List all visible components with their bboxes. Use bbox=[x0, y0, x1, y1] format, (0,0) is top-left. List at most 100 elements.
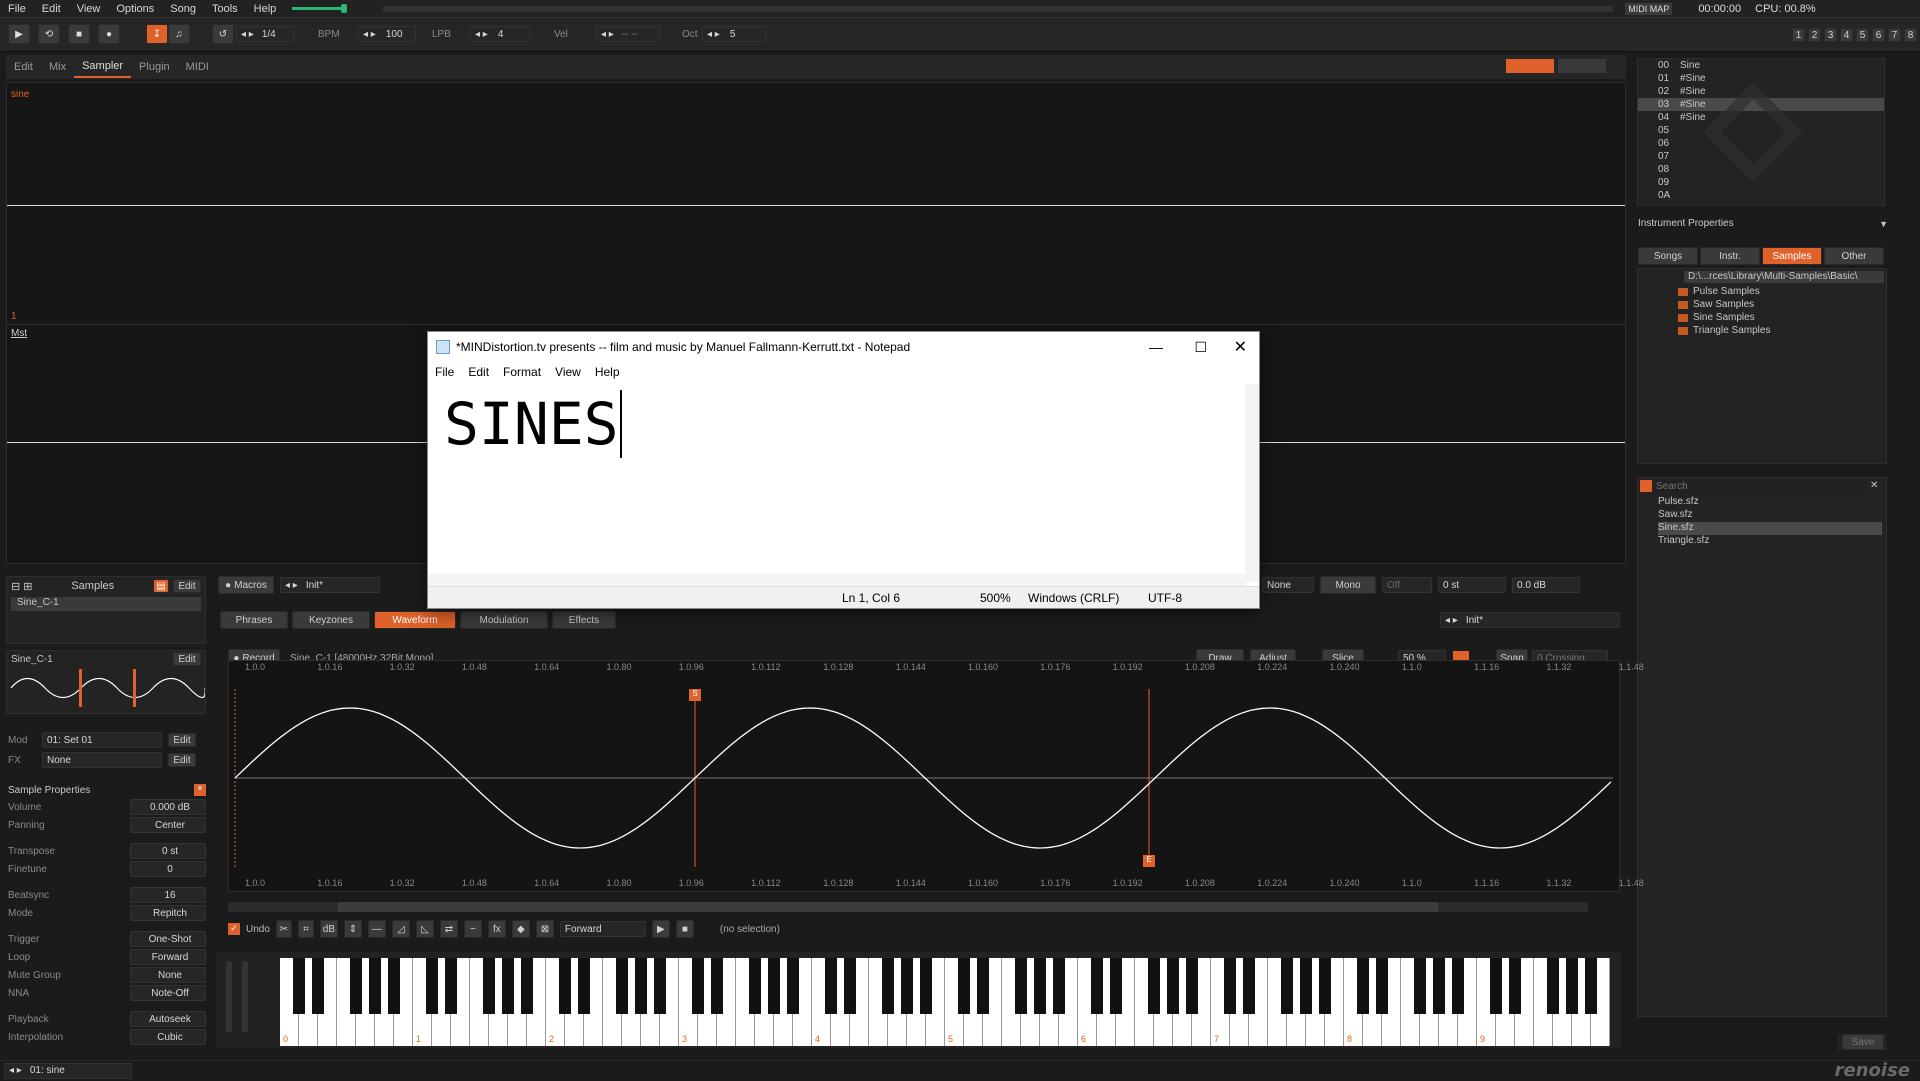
white-key[interactable] bbox=[584, 958, 603, 1046]
white-key[interactable] bbox=[983, 958, 1002, 1046]
menu-tools[interactable]: Tools bbox=[204, 0, 246, 18]
white-key[interactable] bbox=[1059, 958, 1078, 1046]
property-value[interactable]: 0.000 dB bbox=[130, 799, 206, 815]
menu-edit[interactable]: Edit bbox=[34, 0, 69, 18]
fade-in-icon[interactable]: ◿ bbox=[391, 920, 410, 938]
white-key[interactable] bbox=[660, 958, 679, 1046]
track-button[interactable]: 8 bbox=[1904, 28, 1917, 42]
track-button[interactable]: 1 bbox=[1792, 28, 1805, 42]
notepad-hscrollbar[interactable] bbox=[428, 574, 1246, 586]
stop-icon[interactable]: ■ bbox=[68, 24, 90, 44]
property-value[interactable]: None bbox=[130, 967, 206, 983]
bpm-field[interactable]: ◂ ▸ 100 bbox=[358, 26, 416, 42]
close-icon[interactable]: ✕ bbox=[1234, 337, 1247, 357]
master-volume-slider[interactable] bbox=[292, 4, 348, 13]
white-key[interactable] bbox=[1325, 958, 1344, 1046]
none-select[interactable]: None bbox=[1262, 577, 1314, 593]
white-key[interactable] bbox=[527, 958, 546, 1046]
mod-wheel[interactable] bbox=[242, 962, 248, 1032]
mod-select[interactable]: 01: Set 01 bbox=[42, 732, 162, 748]
white-key[interactable] bbox=[1249, 958, 1268, 1046]
piano-keyboard[interactable]: 0 1 2 3 4 5 6 7 8 9 bbox=[280, 958, 1610, 1046]
notepad-menu-edit[interactable]: Edit bbox=[461, 365, 496, 379]
record-icon[interactable]: ● bbox=[98, 24, 120, 44]
menu-options[interactable]: Options bbox=[108, 0, 162, 18]
sample-list-item[interactable]: Sine_C-1 bbox=[11, 597, 201, 611]
minimize-icon[interactable]: — bbox=[1149, 339, 1163, 355]
start-marker[interactable]: S bbox=[689, 689, 701, 701]
loop-icon[interactable]: ◆ bbox=[511, 920, 530, 938]
sample-edit-button[interactable]: Edit bbox=[173, 652, 201, 666]
spectrum-mode-button[interactable] bbox=[1558, 59, 1606, 73]
tab-samples[interactable]: Samples bbox=[1762, 247, 1822, 265]
metronome-icon[interactable]: ♫ bbox=[168, 24, 190, 44]
track-button[interactable]: 3 bbox=[1824, 28, 1837, 42]
white-key[interactable] bbox=[451, 958, 470, 1046]
browser-path[interactable]: D:\...rces\Library\Multi-Samples\Basic\ bbox=[1684, 271, 1884, 283]
notepad-menu-file[interactable]: File bbox=[428, 365, 461, 379]
tab-other[interactable]: Other bbox=[1824, 247, 1884, 265]
tab-sampler[interactable]: Sampler bbox=[74, 56, 132, 78]
follow-icon[interactable]: ↧ bbox=[146, 24, 168, 44]
instrument-properties-header[interactable]: Instrument Properties ▼ bbox=[1638, 218, 1888, 229]
samples-edit-button[interactable]: Edit bbox=[172, 579, 201, 593]
chevron-down-icon[interactable]: ▼ bbox=[194, 784, 206, 796]
notepad-vscrollbar[interactable] bbox=[1245, 384, 1259, 582]
off-field[interactable]: Off bbox=[1382, 577, 1432, 593]
velocity-field[interactable]: ◂ ▸ -- -- bbox=[596, 26, 660, 42]
macros-button[interactable]: ● Macros bbox=[218, 576, 274, 594]
macros-preset[interactable]: ◂ ▸ Init* bbox=[280, 577, 380, 593]
browser-folder[interactable]: Saw Samples bbox=[1678, 298, 1770, 311]
property-value[interactable]: 0 st bbox=[130, 843, 206, 859]
white-key[interactable] bbox=[1192, 958, 1211, 1046]
mono-button[interactable]: Mono bbox=[1320, 576, 1376, 594]
tab-waveform[interactable]: Waveform bbox=[374, 611, 456, 629]
play-sample-icon[interactable]: ▶ bbox=[651, 920, 670, 938]
white-key[interactable] bbox=[926, 958, 945, 1046]
search-input[interactable] bbox=[1656, 480, 1866, 493]
search-result[interactable]: Pulse.sfz bbox=[1658, 496, 1882, 509]
white-key[interactable] bbox=[318, 958, 337, 1046]
white-key[interactable] bbox=[850, 958, 869, 1046]
property-value[interactable]: One-Shot bbox=[130, 931, 206, 947]
white-key[interactable] bbox=[717, 958, 736, 1046]
reverse-icon[interactable]: ⇄ bbox=[439, 920, 458, 938]
notepad-menu-format[interactable]: Format bbox=[496, 365, 548, 379]
tab-modulation[interactable]: Modulation bbox=[460, 611, 548, 629]
volume-field[interactable]: 0.0 dB bbox=[1512, 577, 1580, 593]
octave-field[interactable]: ◂ ▸ 5 bbox=[702, 26, 766, 42]
cut-icon[interactable]: ✂ bbox=[275, 920, 292, 938]
undo-checkbox[interactable]: ✓ bbox=[228, 923, 240, 935]
notepad-menu-help[interactable]: Help bbox=[588, 365, 627, 379]
property-value[interactable]: Center bbox=[130, 817, 206, 833]
loop-mode-select[interactable]: Forward bbox=[559, 921, 646, 937]
loop-play-icon[interactable]: ⟲ bbox=[38, 24, 60, 44]
song-position-bar[interactable] bbox=[383, 5, 1614, 12]
notepad-titlebar[interactable]: *MINDistortion.tv presents -- film and m… bbox=[428, 332, 1259, 362]
notepad-text-area[interactable]: SINES bbox=[444, 388, 622, 460]
track-button[interactable]: 2 bbox=[1808, 28, 1821, 42]
tab-mix[interactable]: Mix bbox=[41, 56, 74, 78]
white-key[interactable] bbox=[1382, 958, 1401, 1046]
gain-icon[interactable]: dB bbox=[319, 920, 338, 938]
white-key[interactable] bbox=[1116, 958, 1135, 1046]
track-button[interactable]: 6 bbox=[1872, 28, 1885, 42]
sample-icon[interactable]: ▤ bbox=[152, 579, 169, 593]
lpb-field[interactable]: ◂ ▸ 4 bbox=[470, 26, 530, 42]
undo-step-icon[interactable]: ↺ bbox=[212, 24, 234, 44]
transpose-field[interactable]: 0 st bbox=[1438, 577, 1506, 593]
tab-midi[interactable]: MIDI bbox=[178, 56, 217, 78]
search-result[interactable]: Saw.sfz bbox=[1658, 509, 1882, 522]
tfx-icon[interactable]: fx bbox=[487, 920, 506, 938]
tab-edit[interactable]: Edit bbox=[6, 56, 41, 78]
play-icon[interactable]: ▶ bbox=[8, 24, 30, 44]
scope-mode-button[interactable] bbox=[1506, 59, 1554, 73]
filename-input[interactable] bbox=[1637, 1034, 1837, 1050]
property-value[interactable]: 16 bbox=[130, 887, 206, 903]
instrument-row[interactable]: 00 Sine bbox=[1638, 59, 1884, 72]
stop-sample-icon[interactable]: ■ bbox=[675, 920, 694, 938]
property-value[interactable]: Note-Off bbox=[130, 985, 206, 1001]
property-value[interactable]: Cubic bbox=[130, 1029, 206, 1045]
tab-songs[interactable]: Songs bbox=[1638, 247, 1698, 265]
property-value[interactable]: Autoseek bbox=[130, 1011, 206, 1027]
